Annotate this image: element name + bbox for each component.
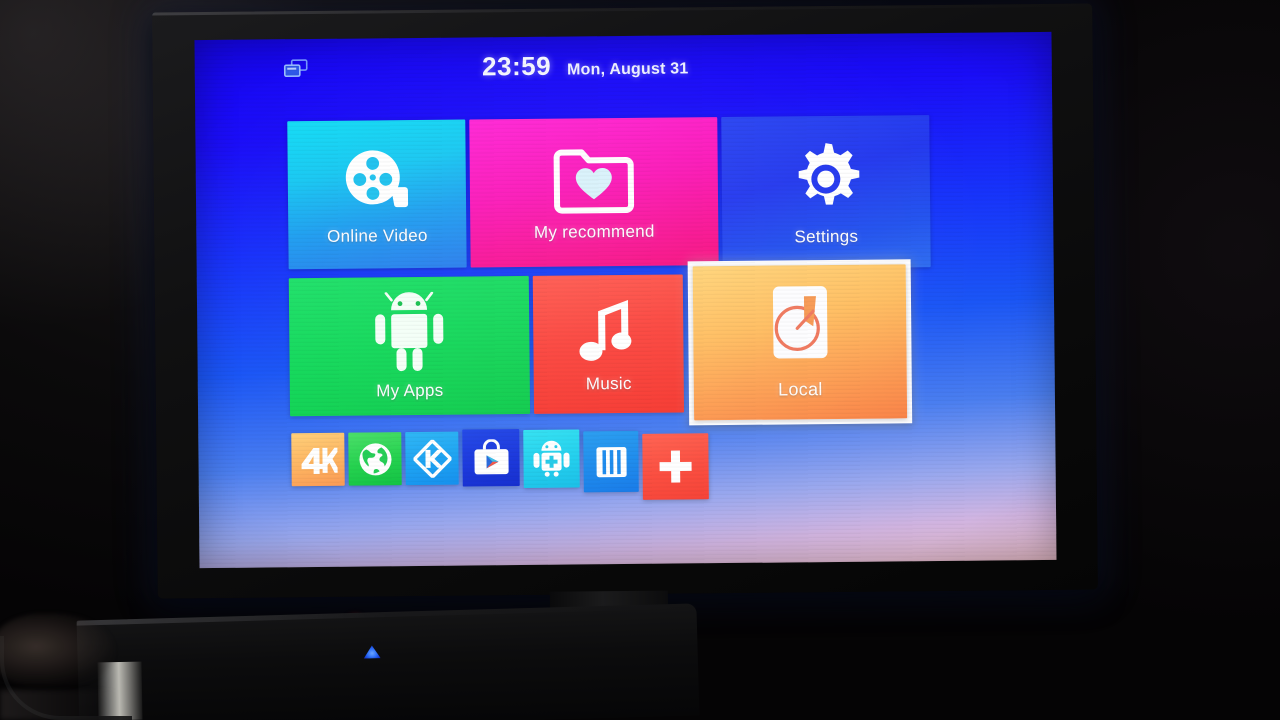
app-shortcut-kodi[interactable] (405, 431, 459, 486)
tile-label: My recommend (533, 221, 655, 242)
tile-label: Settings (794, 226, 859, 246)
tile-my-apps[interactable]: My Apps (288, 275, 531, 417)
tile-grid: Online Video My recommend Settings My Ap… (287, 115, 932, 429)
music-note-icon (575, 294, 642, 367)
app-shortcut-4k[interactable] (291, 432, 345, 487)
folder-heart-icon (550, 142, 637, 215)
tile-row-2: My Apps Music Local (288, 259, 932, 429)
floor-light-sheen (0, 690, 150, 720)
gear-icon (784, 137, 867, 220)
play-store-bag-icon (471, 438, 511, 477)
set-top-box (76, 603, 700, 720)
globe-browser-icon (357, 441, 393, 477)
tv-screen-launcher: 23:59 Mon, August 31 Online Video My rec… (194, 31, 1057, 569)
columns-icon (594, 442, 628, 480)
app-shortcut-app-installer[interactable] (523, 429, 580, 488)
television: 23:59 Mon, August 31 Online Video My rec… (152, 3, 1098, 638)
status-bar: 23:59 Mon, August 31 (194, 32, 1052, 106)
kodi-logo-icon (412, 439, 452, 478)
tile-music[interactable]: Music (532, 274, 685, 414)
tile-label: Music (585, 373, 632, 393)
app-shortcut-strip (291, 429, 709, 503)
film-reel-icon (338, 143, 415, 220)
app-shortcut-play-store[interactable] (462, 429, 520, 487)
tv-bezel-highlight (152, 3, 1093, 16)
tile-local[interactable]: Local (692, 264, 908, 421)
plus-icon (656, 447, 694, 485)
tile-my-recommend[interactable]: My recommend (469, 117, 719, 268)
tile-online-video[interactable]: Online Video (287, 119, 467, 270)
app-shortcut-add[interactable] (642, 433, 709, 500)
local-media-card-icon (763, 284, 836, 371)
tile-label: My Apps (376, 380, 444, 400)
tile-row-1: Online Video My recommend Settings (287, 115, 931, 273)
android-plus-icon (531, 440, 571, 478)
app-shortcut-browser[interactable] (348, 432, 402, 486)
set-top-box-power-led (363, 645, 380, 658)
tile-settings[interactable]: Settings (721, 115, 931, 270)
app-shortcut-file-manager[interactable] (583, 430, 639, 493)
clock-date: Mon, August 31 (567, 60, 689, 79)
tile-label: Online Video (326, 225, 428, 246)
android-robot-icon (371, 291, 448, 374)
4k-logo-icon (299, 445, 338, 474)
set-top-box-edge-highlight (76, 603, 697, 626)
tile-local-selection-frame[interactable]: Local (687, 259, 913, 426)
photo-scene: 23:59 Mon, August 31 Online Video My rec… (0, 0, 1280, 720)
foreground-object (0, 614, 114, 686)
clock-group: 23:59 Mon, August 31 (195, 46, 1052, 85)
clock-time: 23:59 (481, 50, 552, 82)
tile-label: Local (777, 379, 823, 400)
